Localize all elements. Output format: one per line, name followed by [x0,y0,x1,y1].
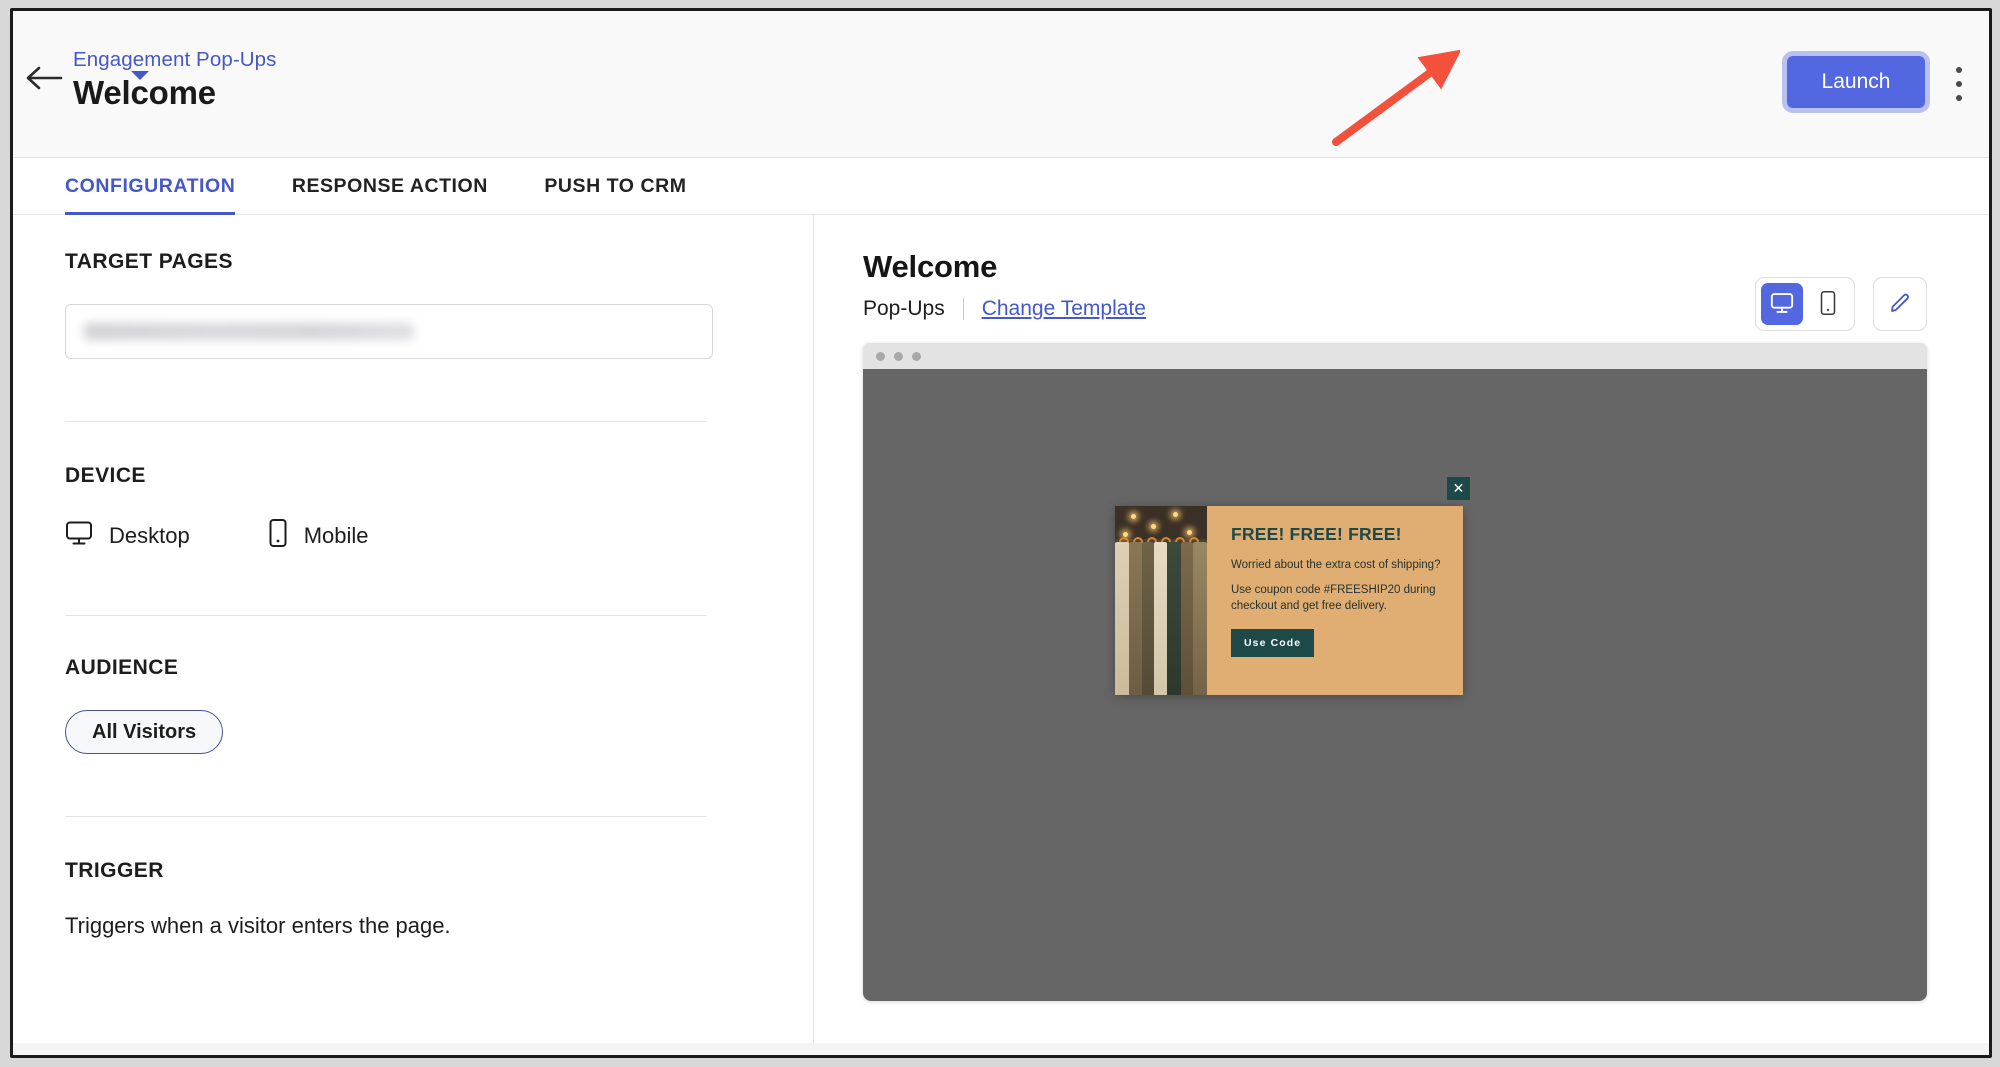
smartphone-icon [1819,290,1837,319]
trigger-description: Triggers when a visitor enters the page. [65,913,451,938]
view-toggle-group [1755,277,1855,331]
preview-panel: Welcome Pop-Ups Change Template ✕ FREE! … [815,215,1989,1055]
monitor-icon [65,520,93,551]
smartphone-icon [268,518,288,553]
kebab-dot [1956,67,1962,73]
template-preview: ✕ FREE! FREE! FREE! Worried about the ex… [863,343,1927,1001]
arrow-left-icon[interactable] [23,63,63,93]
target-pages-input[interactable] [65,304,713,359]
clothing-rack-photo [1115,506,1207,695]
desktop-view-button[interactable] [1761,283,1803,325]
popup-card: FREE! FREE! FREE! Worried about the extr… [1115,506,1463,695]
tab-push-to-crm[interactable]: PUSH TO CRM [544,158,686,215]
redacted-url-value [84,323,414,340]
preview-controls [1755,277,1927,331]
audience-label: AUDIENCE [65,656,179,679]
tab-bar: CONFIGURATION RESPONSE ACTION PUSH TO CR… [13,158,1989,217]
device-option-desktop[interactable]: Desktop [65,520,190,551]
screenshot-root: Engagement Pop-Ups Welcome Launch CONFIG… [0,0,2000,1067]
browser-viewport: ✕ FREE! FREE! FREE! Worried about the ex… [863,369,1927,1001]
window-bottom-strip [13,1043,1989,1055]
kebab-dot [1956,95,1962,101]
launch-button[interactable]: Launch [1787,56,1925,108]
section-device: DEVICE Desktop Mobile [65,422,761,616]
popup-cta-button[interactable]: Use Code [1231,629,1315,658]
edit-template-button[interactable] [1873,277,1927,331]
active-tab-caret [131,71,149,80]
mobile-view-button[interactable] [1807,283,1849,325]
separator [962,298,964,320]
tab-configuration[interactable]: CONFIGURATION [65,158,236,217]
section-target-pages: TARGET PAGES [65,215,761,422]
device-label: DEVICE [65,464,146,487]
monitor-icon [1770,292,1794,317]
browser-dot [912,351,921,361]
kebab-dot [1956,81,1962,87]
popup-headline: FREE! FREE! FREE! [1231,524,1402,544]
popup-close-button[interactable]: ✕ [1447,477,1470,500]
browser-chrome-bar [863,343,1927,369]
preview-type-label: Pop-Ups [863,297,945,320]
target-pages-label: TARGET PAGES [65,250,233,273]
content-area: TARGET PAGES DEVICE Desktop Mobile AUDIE… [13,215,1989,1055]
change-template-link[interactable]: Change Template [982,297,1146,321]
device-option-desktop-label: Desktop [109,522,190,548]
photo-illustration [1115,506,1207,695]
trigger-label: TRIGGER [65,859,164,882]
breadcrumb[interactable]: Engagement Pop-Ups [73,48,277,72]
app-window: Engagement Pop-Ups Welcome Launch CONFIG… [10,8,1992,1058]
tab-response-action[interactable]: RESPONSE ACTION [292,158,488,215]
section-trigger: TRIGGER Triggers when a visitor enters t… [65,817,761,939]
pencil-icon [1887,290,1913,319]
device-option-mobile[interactable]: Mobile [268,518,369,553]
browser-dot [876,351,885,361]
app-header: Engagement Pop-Ups Welcome Launch [13,11,1989,158]
device-options: Desktop Mobile [65,518,761,553]
popup-content: FREE! FREE! FREE! Worried about the extr… [1207,506,1463,695]
popup-body-line-2: Use coupon code #FREESHIP20 during check… [1231,583,1436,613]
configuration-panel: TARGET PAGES DEVICE Desktop Mobile AUDIE… [13,215,814,1055]
device-option-mobile-label: Mobile [303,522,369,548]
section-audience: AUDIENCE All Visitors [65,616,761,817]
popup-body-line-1: Worried about the extra cost of shipping… [1231,559,1441,571]
more-vertical-icon[interactable] [1949,67,1969,101]
browser-dot [894,351,903,361]
audience-chip-all-visitors[interactable]: All Visitors [65,710,224,754]
